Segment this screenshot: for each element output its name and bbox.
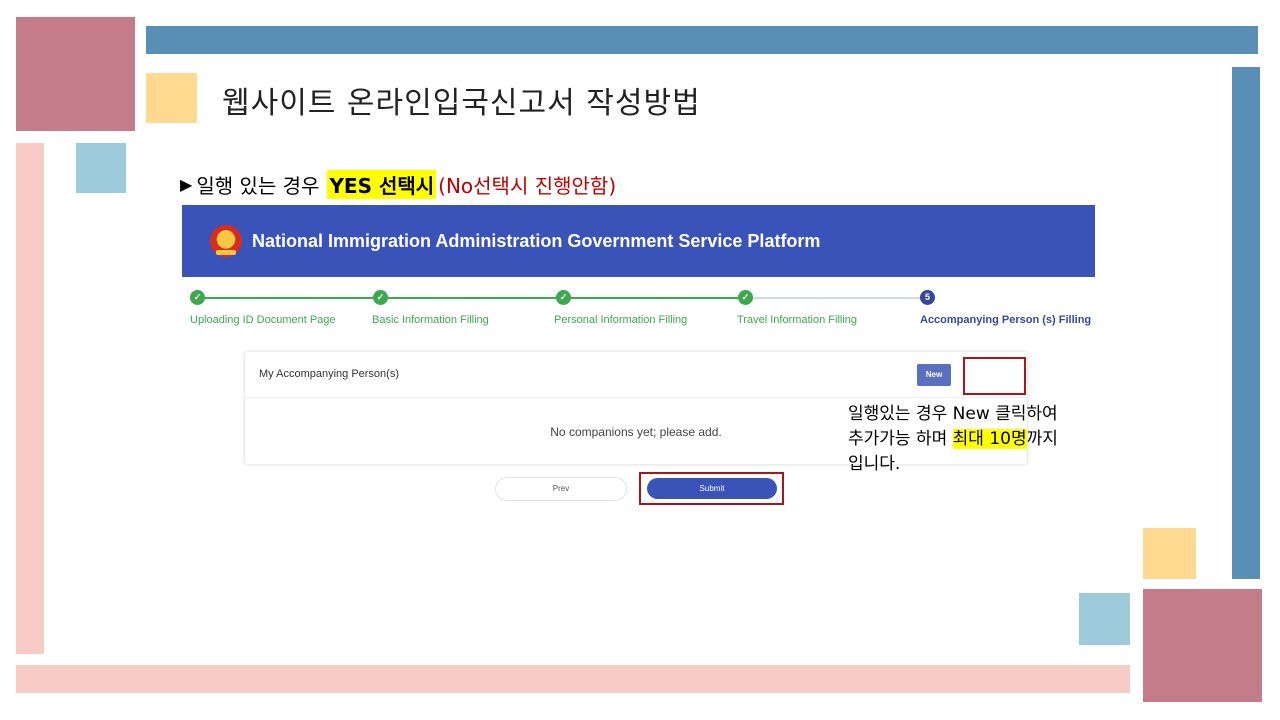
deco-light-blue-square-left bbox=[76, 143, 126, 193]
card-header: My Accompanying Person(s) bbox=[245, 352, 1027, 398]
step-3-label: Personal Information Filling bbox=[554, 314, 688, 326]
annotation-line-2-suffix: 까지 bbox=[1026, 429, 1058, 449]
deco-light-blue-square-bottom bbox=[1079, 593, 1130, 645]
deco-right-bar bbox=[1232, 67, 1260, 579]
annotation-note: 일행있는 경우 New 클릭하여 추가가능 하며 최대 10명까지 입니다. bbox=[848, 402, 1123, 477]
prev-button[interactable]: Prev bbox=[495, 477, 627, 501]
submit-button-highlight-box bbox=[639, 472, 784, 505]
step-4-check-icon: ✓ bbox=[738, 290, 753, 305]
slide-title: 웹사이트 온라인입국신고서 작성방법 bbox=[222, 86, 701, 121]
step-1-label: Uploading ID Document Page bbox=[190, 314, 336, 326]
deco-rose-square-top-left bbox=[16, 17, 135, 131]
slide-subtitle: ▶ 일행 있는 경우 YES 선택시 (No선택시 진행안함) bbox=[180, 168, 616, 200]
annotation-line-2: 추가가능 하며 최대 10명까지 bbox=[848, 427, 1123, 452]
step-5-label: Accompanying Person (s) Filling bbox=[920, 314, 1092, 326]
national-emblem-icon bbox=[210, 225, 242, 257]
annotation-line-2-prefix: 추가가능 하며 bbox=[848, 429, 953, 449]
progress-stepper: ✓ Uploading ID Document Page ✓ Basic Inf… bbox=[182, 289, 1095, 339]
card-title: My Accompanying Person(s) bbox=[259, 368, 399, 380]
annotation-line-3: 입니다. bbox=[848, 454, 901, 474]
annotation-line-1: 일행있는 경우 New 클릭하여 bbox=[848, 404, 1058, 424]
subtitle-note: (No선택시 진행안함) bbox=[438, 173, 617, 198]
deco-pink-left-bar bbox=[16, 143, 44, 654]
step-1-check-icon: ✓ bbox=[190, 290, 205, 305]
platform-title: National Immigration Administration Gove… bbox=[252, 230, 821, 251]
step-connector bbox=[753, 297, 928, 299]
annotation-highlight: 최대 10명 bbox=[952, 429, 1027, 449]
deco-peach-square-title bbox=[146, 73, 197, 123]
deco-peach-square-right bbox=[1143, 528, 1196, 579]
deco-pink-bottom-bar bbox=[16, 665, 1130, 693]
step-3-check-icon: ✓ bbox=[556, 290, 571, 305]
step-2-check-icon: ✓ bbox=[373, 290, 388, 305]
step-connector bbox=[570, 297, 753, 299]
step-connector bbox=[387, 297, 570, 299]
step-2-label: Basic Information Filling bbox=[372, 314, 489, 326]
step-connector bbox=[204, 297, 387, 299]
deco-rose-square-bottom-right bbox=[1143, 589, 1262, 702]
triangle-bullet-icon: ▶ bbox=[180, 174, 193, 194]
step-5-number: 5 bbox=[920, 290, 935, 305]
deco-top-bar bbox=[146, 26, 1258, 54]
step-4-label: Travel Information Filling bbox=[737, 314, 858, 326]
platform-header: National Immigration Administration Gove… bbox=[182, 205, 1095, 277]
new-button-highlight-box bbox=[963, 357, 1026, 395]
new-companion-button[interactable]: New bbox=[917, 364, 951, 386]
subtitle-lead: 일행 있는 경우 bbox=[196, 173, 320, 198]
subtitle-highlight: YES 선택시 bbox=[327, 169, 437, 199]
